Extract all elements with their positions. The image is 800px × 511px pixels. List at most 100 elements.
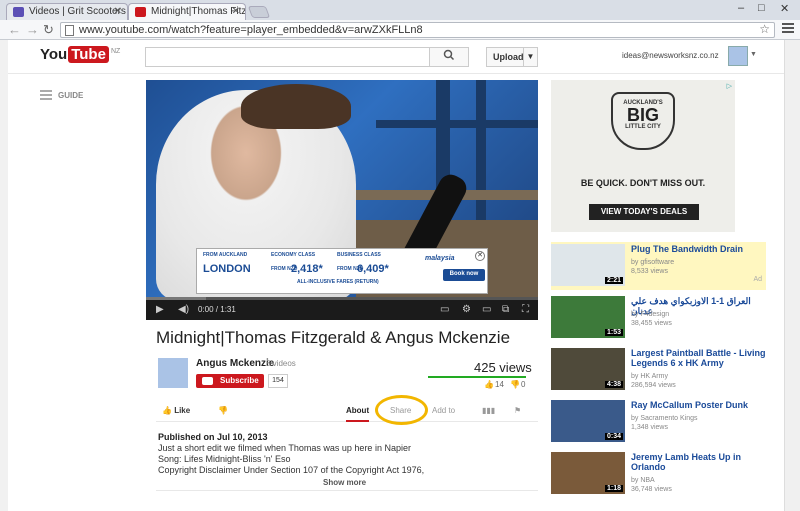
badge-big: BIG bbox=[626, 105, 659, 125]
page-scrollbar[interactable] bbox=[784, 40, 800, 511]
masthead: You Tube NZ Upload ▼ ideas@newsworksnz.co.… bbox=[8, 40, 784, 74]
action-bar: 👍 Like 👎 About Share Add to ▮▮▮ ⚑ bbox=[156, 400, 538, 422]
time-display: 0:00 / 1:31 bbox=[198, 305, 236, 314]
view-deals-button[interactable]: VIEW TODAY'S DEALS bbox=[589, 204, 699, 220]
view-count: 425 views bbox=[474, 360, 532, 375]
popout-icon[interactable]: ⧉ bbox=[502, 304, 509, 315]
list-item[interactable]: 1:18 Jeremy Lamb Heats Up in Orlando by … bbox=[551, 450, 766, 498]
close-ad-icon[interactable]: ✕ bbox=[475, 251, 485, 261]
close-tab-icon[interactable]: ✕ bbox=[232, 6, 240, 17]
show-more-button[interactable]: Show more bbox=[323, 478, 366, 487]
logo-you: You bbox=[40, 46, 68, 63]
channel-video-count[interactable]: 8 videos bbox=[266, 359, 296, 368]
rec-channel: by F4design bbox=[631, 311, 670, 318]
rec-channel: by NBA bbox=[631, 477, 655, 484]
ad-from: FROM AUCKLAND bbox=[203, 252, 248, 258]
tab-grit-scooters[interactable]: Videos | Grit Scooters NZ ✕ bbox=[6, 3, 128, 20]
play-icon[interactable]: ▶ bbox=[156, 304, 164, 315]
channel-name[interactable]: Angus Mckenzie bbox=[196, 358, 274, 369]
list-item[interactable]: 0:34 Ray McCallum Poster Dunk by Sacrame… bbox=[551, 398, 766, 446]
theater-mode-icon[interactable]: ▭ bbox=[482, 304, 491, 315]
dislike-count: 0 bbox=[521, 380, 526, 389]
logo-tube: Tube bbox=[68, 46, 109, 63]
back-arrow-icon[interactable]: ← bbox=[8, 22, 21, 37]
bookmark-star-icon[interactable]: ☆ bbox=[759, 22, 770, 36]
volume-icon[interactable]: ◀) bbox=[178, 304, 189, 315]
list-item[interactable]: 2:21 Plug The Bandwidth Drain by gfisoft… bbox=[551, 242, 766, 290]
tab-midnight[interactable]: Midnight|Thomas Fitzgera ✕ bbox=[128, 3, 246, 20]
video-thumbnail[interactable]: 0:34 bbox=[551, 400, 625, 442]
page-icon bbox=[65, 25, 74, 36]
description-line: Copyright Disclaimer Under Section 107 o… bbox=[158, 465, 425, 475]
rec-title[interactable]: Jeremy Lamb Heats Up in Orlando bbox=[631, 452, 766, 472]
rec-title[interactable]: Largest Paintball Battle - Living Legend… bbox=[631, 348, 766, 368]
maximize-button[interactable]: □ bbox=[758, 2, 765, 14]
chevron-down-icon[interactable]: ▼ bbox=[523, 48, 537, 66]
thumbs-down-icon: 👎 bbox=[510, 380, 520, 389]
list-item[interactable]: 1:53 العراق 1-1 الاوزبكواي هدف علي عدنان… bbox=[551, 294, 766, 342]
tab-strip: Videos | Grit Scooters NZ ✕ Midnight|Tho… bbox=[0, 0, 800, 20]
description-line: Song: Lifes Midnight-Bliss 'n' Eso bbox=[158, 454, 291, 464]
forward-arrow-icon[interactable]: → bbox=[26, 22, 39, 37]
close-window-button[interactable]: ✕ bbox=[780, 2, 789, 15]
side-display-ad[interactable]: ▷ AUCKLAND'S BIG LITTLE CITY BE QUICK. D… bbox=[551, 80, 735, 232]
list-item[interactable]: 4:38 Largest Paintball Battle - Living L… bbox=[551, 346, 766, 394]
duration-badge: 1:53 bbox=[604, 329, 623, 336]
tab-about[interactable]: About bbox=[346, 406, 370, 422]
account-chevron-down-icon[interactable]: ▼ bbox=[750, 51, 757, 58]
address-bar[interactable]: www.youtube.com/watch?feature=player_emb… bbox=[60, 22, 775, 38]
like-ratio-bar bbox=[428, 376, 526, 378]
flag-icon[interactable]: ⚑ bbox=[514, 406, 521, 415]
video-player[interactable]: FROM AUCKLAND ECONOMY CLASS BUSINESS CLA… bbox=[146, 80, 538, 320]
fullscreen-icon[interactable]: ⛶ bbox=[522, 304, 529, 315]
ad-fares-note: ALL-INCLUSIVE FARES (RETURN) bbox=[297, 279, 379, 285]
rec-channel: by Sacramento Kings bbox=[631, 415, 698, 422]
like-button[interactable]: 👍 Like bbox=[162, 406, 190, 415]
guide-button[interactable]: GUIDE bbox=[40, 90, 83, 102]
ad-city: LONDON bbox=[203, 263, 251, 275]
reload-icon[interactable]: ↻ bbox=[43, 22, 54, 38]
rec-channel: by gfisoftware bbox=[631, 259, 675, 266]
tab-add-to[interactable]: Add to bbox=[432, 406, 455, 415]
subscribe-button[interactable]: Subscribe bbox=[196, 374, 264, 388]
malaysia-airlines-logo: malaysia bbox=[425, 255, 455, 262]
new-tab-button[interactable] bbox=[247, 6, 271, 18]
video-thumbnail[interactable]: 4:38 bbox=[551, 348, 625, 390]
rec-title[interactable]: Ray McCallum Poster Dunk bbox=[631, 400, 766, 410]
subscriber-count: 154 bbox=[268, 374, 288, 388]
chrome-menu-icon[interactable] bbox=[782, 23, 794, 35]
description-line: Just a short edit we filmed when Thomas … bbox=[158, 443, 411, 453]
dislike-button[interactable]: 👎 bbox=[218, 406, 228, 415]
player-controls: ▶ ◀) 0:00 / 1:31 ▭ ⚙ ▭ ⧉ ⛶ bbox=[146, 297, 538, 320]
search-icon bbox=[443, 49, 455, 61]
rec-views: 38,455 views bbox=[631, 320, 672, 327]
like-label: Like bbox=[174, 406, 191, 415]
hamburger-icon bbox=[40, 90, 52, 102]
channel-avatar[interactable] bbox=[158, 358, 188, 388]
video-thumbnail[interactable]: 1:18 bbox=[551, 452, 625, 494]
upload-button[interactable]: Upload ▼ bbox=[486, 47, 538, 67]
account-avatar[interactable] bbox=[728, 46, 748, 66]
overlay-ad[interactable]: FROM AUCKLAND ECONOMY CLASS BUSINESS CLA… bbox=[196, 248, 488, 294]
video-thumbnail[interactable]: 1:53 bbox=[551, 296, 625, 338]
browser-window: Videos | Grit Scooters NZ ✕ Midnight|Tho… bbox=[0, 0, 800, 511]
closed-captions-icon[interactable]: ▭ bbox=[440, 304, 449, 315]
account-email[interactable]: ideas@newsworksnz.co.nz bbox=[622, 51, 719, 60]
publish-date: Published on Jul 10, 2013 bbox=[158, 432, 268, 442]
youtube-logo[interactable]: You Tube NZ bbox=[40, 46, 120, 63]
video-thumbnail[interactable]: 2:21 bbox=[551, 244, 625, 286]
divider bbox=[156, 490, 538, 491]
adchoices-icon[interactable]: ▷ bbox=[727, 82, 732, 90]
ad-economy: ECONOMY CLASS bbox=[271, 252, 316, 258]
search-button[interactable] bbox=[429, 47, 469, 67]
search-input[interactable] bbox=[145, 47, 430, 67]
close-tab-icon[interactable]: ✕ bbox=[114, 6, 122, 17]
rec-title[interactable]: Plug The Bandwidth Drain bbox=[631, 244, 766, 254]
minimize-button[interactable]: – bbox=[738, 2, 744, 14]
book-now-button[interactable]: Book now bbox=[443, 269, 485, 281]
progress-bar[interactable] bbox=[146, 297, 538, 300]
duration-badge: 1:18 bbox=[604, 485, 623, 492]
stats-icon[interactable]: ▮▮▮ bbox=[482, 406, 495, 415]
settings-gear-icon[interactable]: ⚙ bbox=[462, 304, 471, 315]
guide-label: GUIDE bbox=[58, 91, 84, 101]
